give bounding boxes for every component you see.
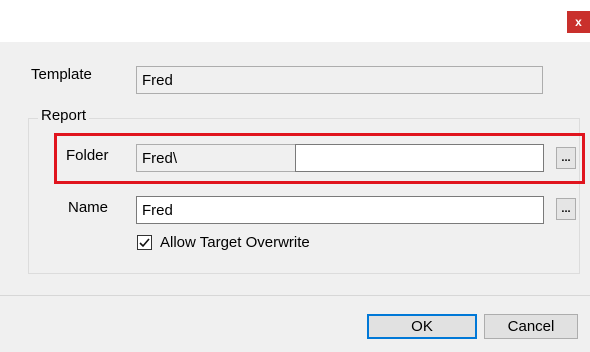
- folder-browse-button[interactable]: ...: [556, 147, 576, 169]
- close-button[interactable]: x: [567, 11, 590, 33]
- name-label: Name: [68, 199, 109, 216]
- template-field: Fred: [136, 66, 543, 94]
- template-value: Fred: [142, 72, 173, 89]
- name-value: Fred: [142, 202, 173, 219]
- footer-separator: [0, 295, 590, 296]
- folder-label: Folder: [66, 147, 109, 164]
- ellipsis-icon: ...: [561, 151, 571, 164]
- cancel-button-label: Cancel: [507, 318, 555, 335]
- title-bar: x: [0, 0, 590, 42]
- folder-base-value: Fred\: [142, 150, 178, 167]
- name-browse-button[interactable]: ...: [556, 198, 576, 220]
- folder-base-field: Fred\: [136, 144, 296, 172]
- ellipsis-icon: ...: [561, 202, 571, 215]
- ok-button-label: OK: [411, 318, 433, 335]
- allow-overwrite-label: Allow Target Overwrite: [160, 234, 310, 251]
- folder-input[interactable]: [295, 144, 544, 172]
- ok-button[interactable]: OK: [367, 314, 477, 339]
- template-label: Template: [31, 66, 92, 83]
- name-input[interactable]: Fred: [136, 196, 544, 224]
- cancel-button[interactable]: Cancel: [484, 314, 578, 339]
- report-group-label: Report: [38, 107, 90, 124]
- close-icon: x: [575, 15, 582, 29]
- checkmark-icon: [139, 238, 150, 248]
- allow-overwrite-checkbox[interactable]: [137, 235, 152, 250]
